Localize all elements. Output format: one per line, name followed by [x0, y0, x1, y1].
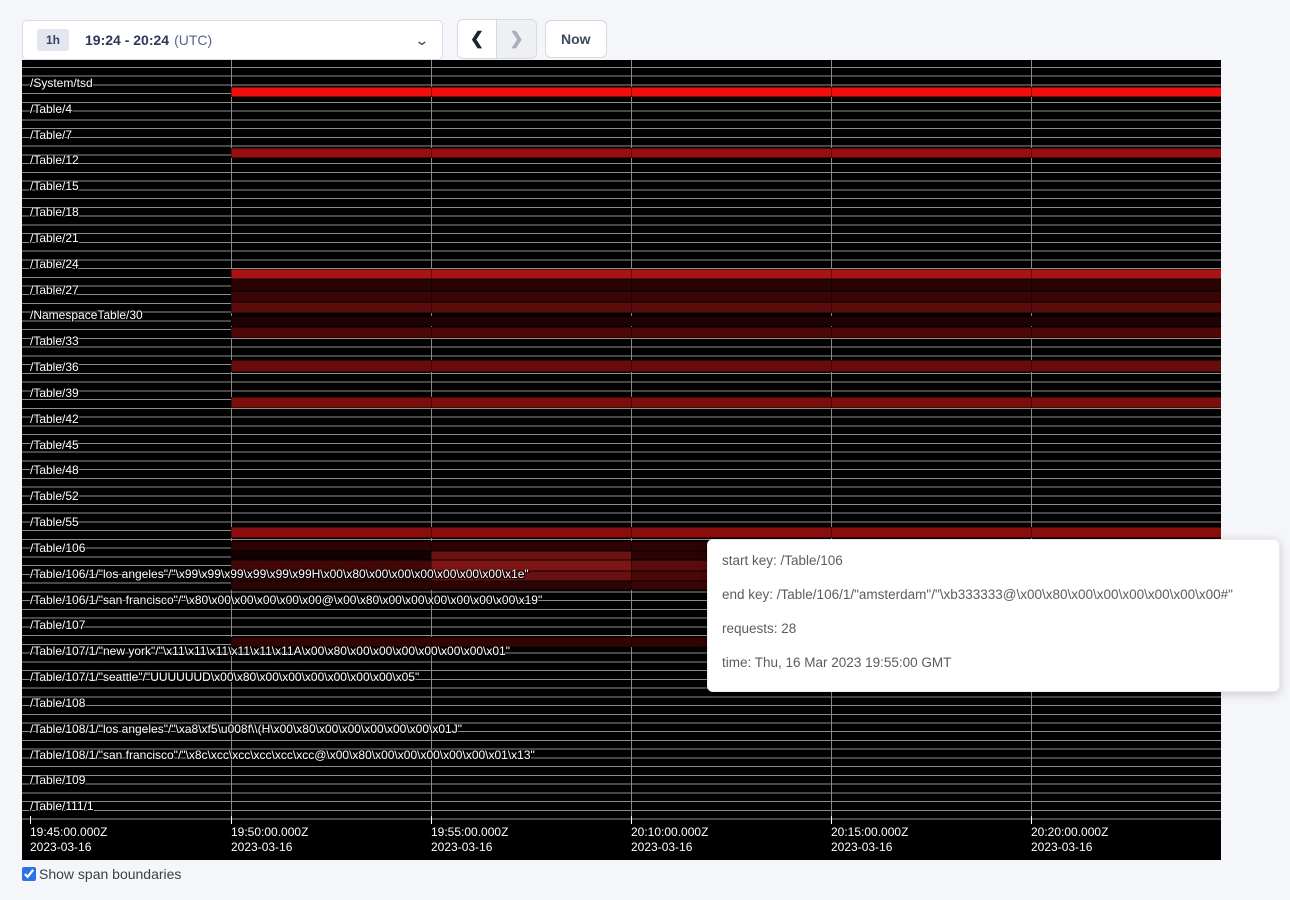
heatmap-grid — [22, 60, 1221, 820]
heat-band — [231, 327, 1221, 338]
axis-tick-label: 19:45:00.000Z2023-03-16 — [30, 825, 107, 855]
heat-band — [231, 527, 1221, 538]
span-row-label: /Table/15 — [30, 180, 79, 192]
span-row-label: /Table/24 — [30, 258, 79, 270]
span-row-label: /Table/45 — [30, 439, 79, 451]
heat-band — [231, 87, 1221, 97]
axis-tick-mark — [831, 816, 832, 824]
span-row-label: /Table/108/1/"san francisco"/"\x8c\xcc\x… — [30, 749, 535, 761]
axis-tick-mark — [30, 816, 31, 824]
span-row-label: /Table/55 — [30, 516, 79, 528]
span-row-label: /Table/108 — [30, 697, 85, 709]
axis-tick-mark — [431, 816, 432, 824]
axis-tick-label: 20:10:00.000Z2023-03-16 — [631, 825, 708, 855]
span-row-label: /Table/106 — [30, 542, 85, 554]
prev-range-button[interactable]: ❮ — [458, 20, 497, 58]
span-row-label: /Table/111/1 — [30, 800, 94, 812]
span-row-label: /Table/18 — [30, 206, 79, 218]
column-boundary-line-overlay — [231, 60, 232, 820]
axis-tick-mark — [231, 816, 232, 824]
heat-band — [231, 302, 1221, 313]
span-row-label: /Table/108/1/"los angeles"/"\xa8\xf5\u00… — [30, 723, 462, 735]
span-row-label: /Table/48 — [30, 464, 79, 476]
span-row-label: /Table/42 — [30, 413, 79, 425]
span-row-label: /NamespaceTable/30 — [30, 309, 143, 321]
key-visualizer-canvas[interactable]: /System/tsd/Table/4/Table/7/Table/12/Tab… — [22, 60, 1221, 860]
span-row-label: /Table/27 — [30, 284, 79, 296]
span-row-label: /Table/106/1/"san francisco"/"\x80\x00\x… — [30, 594, 542, 606]
span-row-label: /Table/107/1/"seattle"/"UUUUUUD\x00\x80\… — [30, 671, 419, 683]
axis-tick-label: 19:50:00.000Z2023-03-16 — [231, 825, 308, 855]
span-row-label: /Table/107/1/"new york"/"\x11\x11\x11\x1… — [30, 645, 510, 657]
span-row-label: /Table/36 — [30, 361, 79, 373]
heat-band — [231, 148, 1221, 158]
heat-band — [431, 551, 631, 560]
time-range-text: 19:24 - 20:24 — [85, 32, 169, 48]
axis-tick-mark — [1031, 816, 1032, 824]
span-row-label: /Table/21 — [30, 232, 79, 244]
heat-band — [231, 269, 1221, 279]
chevron-left-icon: ❮ — [470, 29, 484, 49]
tooltip-line: start key: /Table/106 — [722, 544, 1265, 578]
show-span-boundaries-checkbox[interactable] — [22, 867, 36, 881]
span-row-label: /Table/39 — [30, 387, 79, 399]
tooltip-line: time: Thu, 16 Mar 2023 19:55:00 GMT — [722, 646, 1265, 680]
heat-band — [231, 279, 1221, 291]
axis-tick-label: 19:55:00.000Z2023-03-16 — [431, 825, 508, 855]
span-row-label: /Table/12 — [30, 154, 79, 166]
span-row-label: /System/tsd — [30, 77, 93, 89]
heat-band — [231, 551, 431, 560]
heat-band — [231, 360, 1221, 372]
axis-tick-label: 20:15:00.000Z2023-03-16 — [831, 825, 908, 855]
span-row-label: /Table/107 — [30, 619, 85, 631]
now-button[interactable]: Now — [545, 20, 607, 58]
time-range-dropdown[interactable]: 1h 19:24 - 20:24 (UTC) ⌄ — [22, 20, 443, 60]
axis-tick-label: 20:20:00.000Z2023-03-16 — [1031, 825, 1108, 855]
span-row-label: /Table/106/1/"los angeles"/"\x99\x99\x99… — [30, 568, 529, 580]
time-range-duration-badge: 1h — [37, 29, 69, 51]
span-row-label: /Table/4 — [30, 103, 72, 115]
time-range-timezone: (UTC) — [174, 32, 212, 48]
span-row-label: /Table/52 — [30, 490, 79, 502]
heat-band — [231, 291, 1221, 302]
span-row-label: /Table/7 — [30, 129, 72, 141]
chevron-right-icon: ❯ — [509, 29, 523, 49]
tooltip-line: requests: 28 — [722, 612, 1265, 646]
axis-tick-mark — [631, 816, 632, 824]
span-row-label: /Table/33 — [30, 335, 79, 347]
next-range-button[interactable]: ❯ — [497, 20, 536, 58]
chevron-down-icon: ⌄ — [415, 33, 430, 47]
span-row-label: /Table/109 — [30, 774, 85, 786]
column-boundary-line-overlay — [431, 60, 432, 820]
column-boundary-line-overlay — [631, 60, 632, 820]
column-boundary-line-overlay — [1031, 60, 1032, 820]
column-boundary-line-overlay — [831, 60, 832, 820]
heat-band — [231, 316, 1221, 326]
time-nav-group: ❮ ❯ — [457, 19, 537, 59]
tooltip-line: end key: /Table/106/1/"amsterdam"/"\xb33… — [722, 578, 1265, 612]
heat-band — [231, 397, 1221, 408]
show-span-boundaries-label: Show span boundaries — [39, 866, 181, 882]
bucket-tooltip: start key: /Table/106end key: /Table/106… — [707, 539, 1280, 692]
footer-controls: Show span boundaries — [22, 866, 181, 882]
